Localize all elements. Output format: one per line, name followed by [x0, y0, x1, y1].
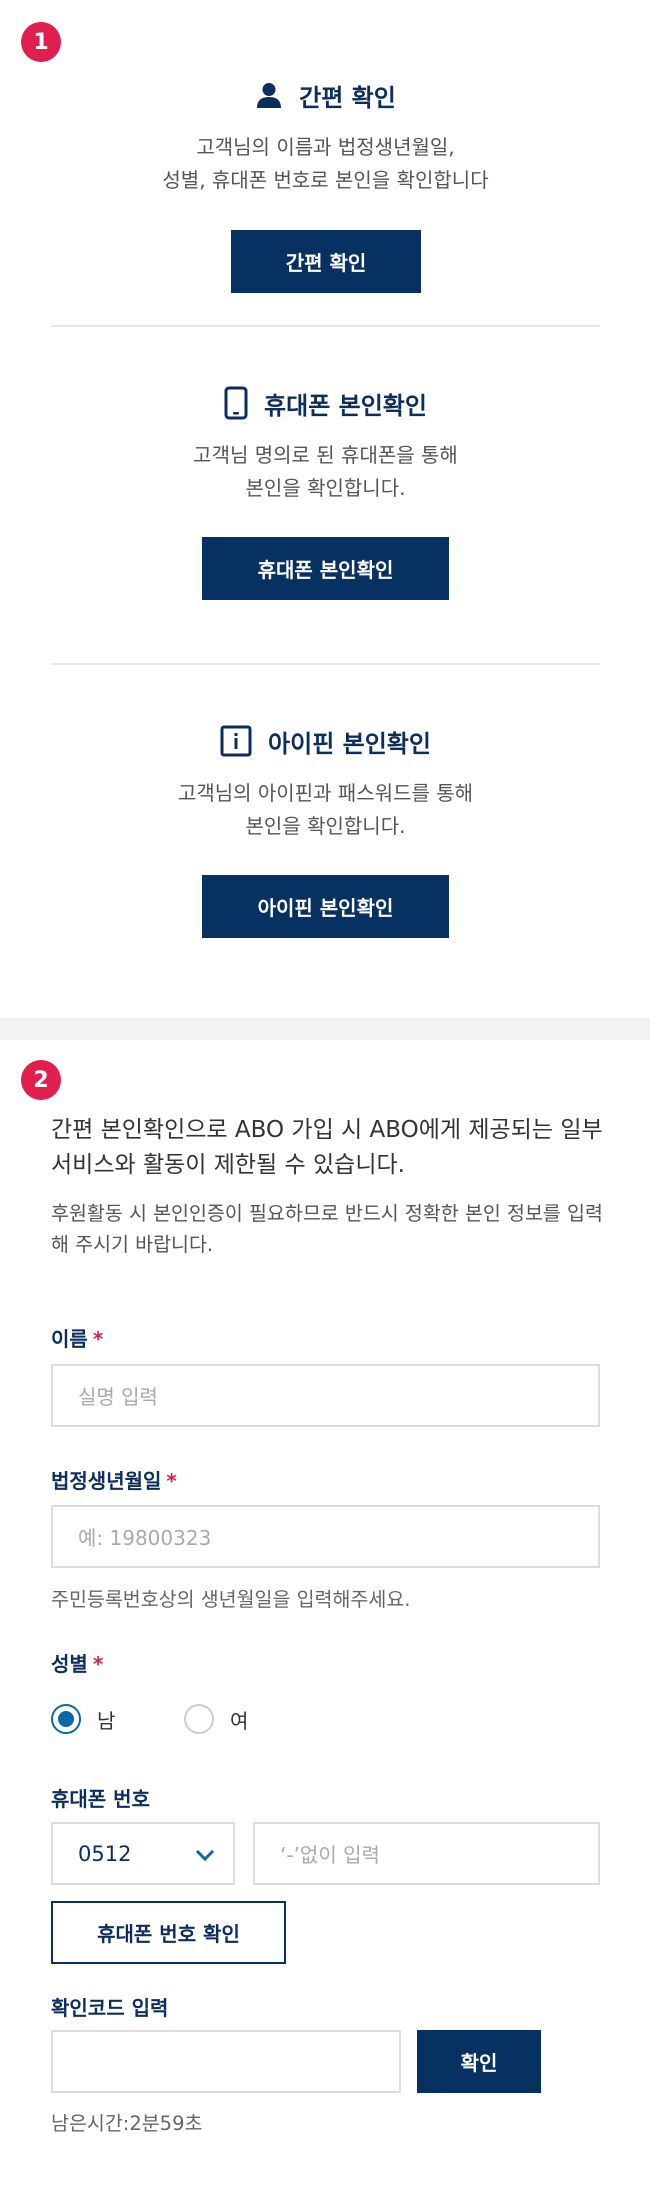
radio-checked-icon — [51, 1704, 81, 1734]
phone-verify-number-button[interactable]: 휴대폰 번호 확인 — [51, 1901, 286, 1964]
step-badge-2: 2 — [21, 1060, 61, 1100]
required-mark: * — [166, 1469, 177, 1493]
info-icon — [220, 725, 252, 757]
notice-title: 간편 본인확인으로 ABO 가입 시 ABO에게 제공되는 일부 서비스와 활동… — [51, 1117, 603, 1178]
method-title: 간편 확인 — [299, 83, 396, 112]
phone-label: 휴대폰 번호 — [51, 1787, 150, 1811]
method-description: 고객님의 이름과 법정생년월일, 성별, 휴대폰 번호로 본인을 확인합니다 — [162, 135, 489, 192]
method-description: 고객님의 아이핀과 패스워드를 통해 본인을 확인합니다. — [177, 781, 474, 838]
gender-female-radio[interactable]: 여 — [184, 1704, 248, 1734]
code-label: 확인코드 입력 — [51, 1996, 169, 2020]
method-title: 휴대폰 본인확인 — [264, 391, 427, 420]
method-ipin: 아이핀 본인확인 고객님의 아이핀과 패스워드를 통해 본인을 확인합니다. — [51, 721, 600, 843]
method-phone: 휴대폰 본인확인 고객님 명의로 된 휴대폰을 통해 본인을 확인합니다. — [51, 383, 600, 505]
gender-label: 성별 * — [51, 1652, 104, 1676]
remaining-time: 남은시간:2분59초 — [51, 2112, 203, 2135]
phone-number-input[interactable]: ‘-’없이 입력 — [253, 1822, 600, 1885]
code-input[interactable] — [51, 2030, 401, 2093]
simple-verify-button[interactable]: 간편 확인 — [231, 230, 421, 293]
step-badge-1: 1 — [21, 22, 61, 62]
phone-prefix-select[interactable]: 0512 — [51, 1822, 235, 1885]
person-icon — [255, 81, 283, 109]
divider — [51, 325, 600, 327]
method-description: 고객님 명의로 된 휴대폰을 통해 본인을 확인합니다. — [193, 443, 458, 500]
method-simple: 간편 확인 고객님의 이름과 법정생년월일, 성별, 휴대폰 번호로 본인을 확… — [51, 75, 600, 197]
gender-male-radio[interactable]: 남 — [51, 1704, 115, 1734]
phone-verify-button[interactable]: 휴대폰 본인확인 — [202, 537, 449, 600]
notice-description: 후원활동 시 본인인증이 필요하므로 반드시 정확한 본인 정보를 입력해 주시… — [51, 1202, 603, 1256]
smartphone-icon — [224, 386, 248, 420]
ipin-verify-button[interactable]: 아이핀 본인확인 — [202, 875, 449, 938]
required-mark: * — [92, 1652, 104, 1676]
divider — [51, 663, 600, 665]
name-label: 이름 * — [51, 1327, 104, 1351]
radio-unchecked-icon — [184, 1704, 214, 1734]
method-title: 아이핀 본인확인 — [268, 729, 431, 758]
section-separator — [0, 1018, 650, 1040]
birth-input[interactable]: 예: 19800323 — [51, 1505, 600, 1568]
birth-hint: 주민등록번호상의 생년월일을 입력해주세요. — [51, 1588, 411, 1611]
name-input[interactable]: 실명 입력 — [51, 1364, 600, 1427]
chevron-down-icon — [195, 1842, 215, 1866]
required-mark: * — [92, 1327, 104, 1351]
birth-label: 법정생년월일 * — [51, 1469, 177, 1493]
code-confirm-button[interactable]: 확인 — [417, 2030, 541, 2093]
